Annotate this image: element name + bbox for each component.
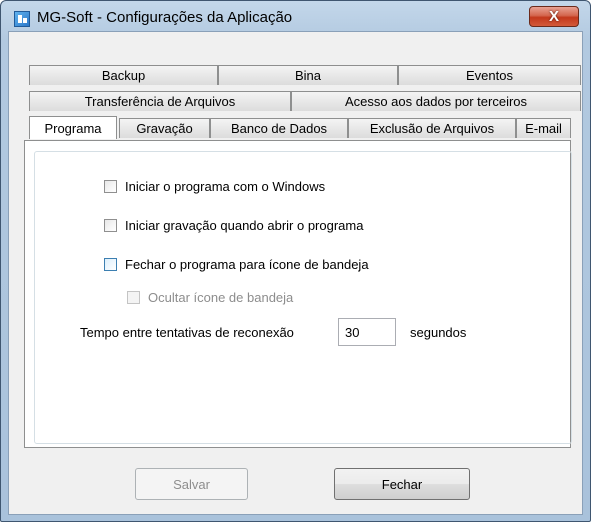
close-window-button[interactable]: X [529,6,579,27]
app-icon [14,11,30,27]
close-to-tray-option[interactable]: Fechar o programa para ícone de bandeja [104,257,369,272]
close-icon: X [548,8,559,25]
tab-acesso-terceiros[interactable]: Acesso aos dados por terceiros [291,91,581,111]
start-with-windows-checkbox[interactable] [104,180,117,193]
reconnect-unit-label: segundos [410,325,467,340]
close-to-tray-label: Fechar o programa para ícone de bandeja [125,257,369,272]
start-recording-label: Iniciar gravação quando abrir o programa [125,218,364,233]
tab-gravacao[interactable]: Gravação [119,118,210,138]
window-title: MG-Soft - Configurações da Aplicação [37,9,293,26]
tab-email[interactable]: E-mail [516,118,571,138]
tab-transferencia-arquivos[interactable]: Transferência de Arquivos [29,91,291,111]
start-recording-option[interactable]: Iniciar gravação quando abrir o programa [104,218,363,233]
options-group [34,151,572,444]
tab-exclusao-arquivos[interactable]: Exclusão de Arquivos [348,118,516,138]
hide-tray-icon-option[interactable]: Ocultar ícone de bandeja [127,290,293,305]
start-recording-checkbox[interactable] [104,219,117,232]
tab-banco-de-dados[interactable]: Banco de Dados [210,118,348,138]
tab-programa[interactable]: Programa [29,116,117,139]
reconnect-label: Tempo entre tentativas de reconexão [80,325,294,340]
close-to-tray-checkbox[interactable] [104,258,117,271]
hide-tray-icon-label: Ocultar ícone de bandeja [148,290,294,305]
save-button[interactable]: Salvar [135,468,248,500]
start-with-windows-option[interactable]: Iniciar o programa com o Windows [104,179,325,194]
hide-tray-icon-checkbox[interactable] [127,291,140,304]
close-button[interactable]: Fechar [334,468,470,500]
tab-eventos[interactable]: Eventos [398,65,581,85]
title-bar: MG-Soft - Configurações da Aplicação X [1,1,590,31]
start-with-windows-label: Iniciar o programa com o Windows [125,179,326,194]
tab-bina[interactable]: Bina [218,65,398,85]
tab-backup[interactable]: Backup [29,65,218,85]
reconnect-interval-input[interactable] [338,318,396,346]
